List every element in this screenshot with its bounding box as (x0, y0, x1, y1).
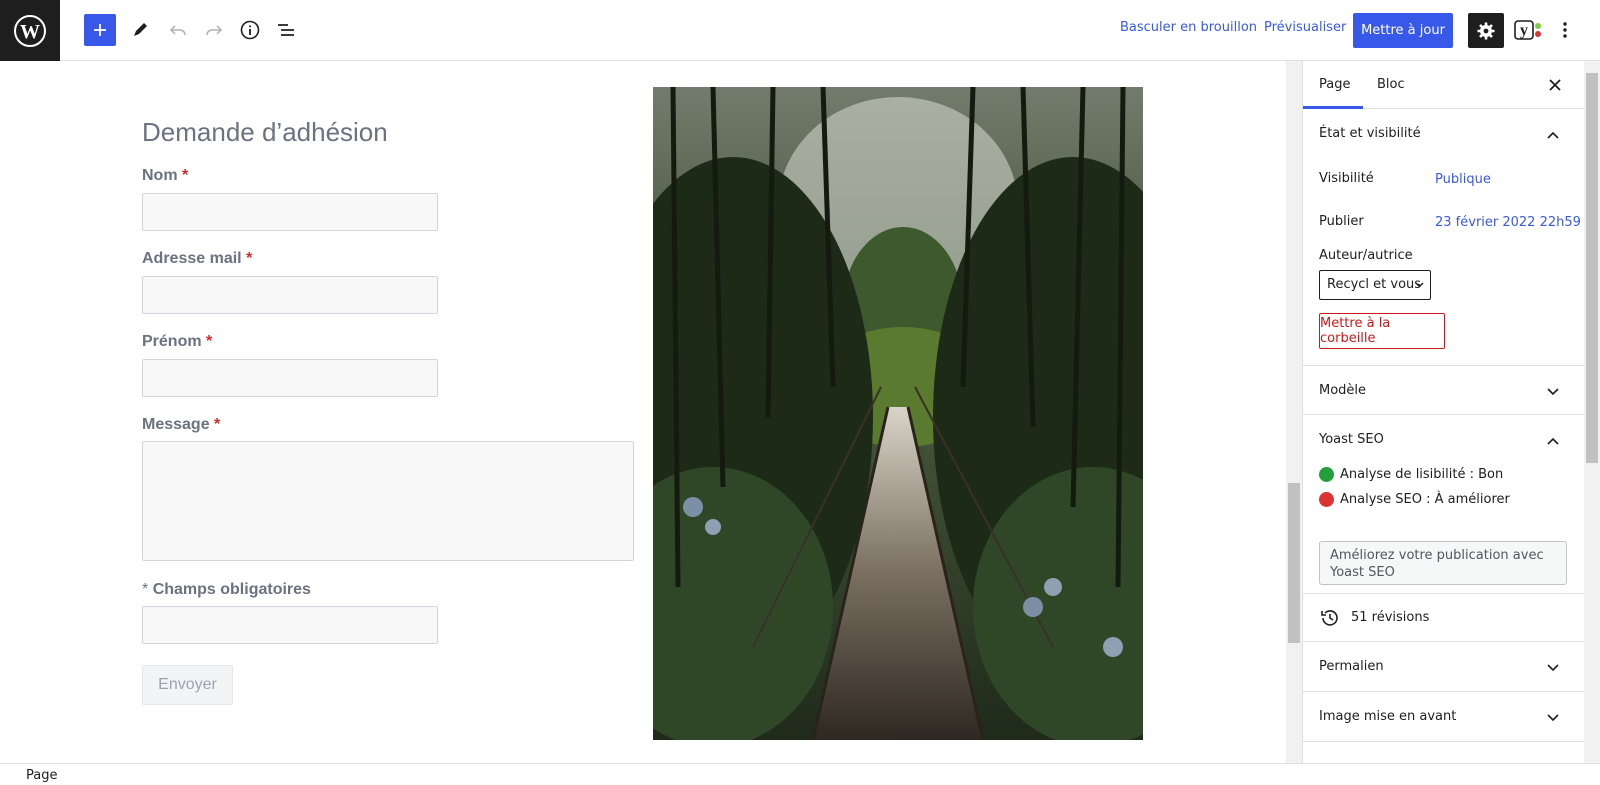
revisions-link[interactable]: 51 révisions (1303, 593, 1584, 641)
close-icon (1549, 79, 1561, 91)
canvas-scrollbar-thumb[interactable] (1288, 483, 1300, 643)
yoast-improve-button[interactable]: Améliorez votre publication avec Yoast S… (1319, 541, 1567, 585)
required-note: * Champs obligatoires (142, 581, 311, 598)
chevron-up-icon (1541, 123, 1565, 147)
undo-icon (169, 25, 186, 36)
template-panel-title: Modèle (1319, 383, 1367, 398)
tab-page[interactable]: Page (1319, 77, 1350, 92)
details-button[interactable] (234, 14, 266, 46)
extra-input[interactable] (142, 606, 438, 644)
firstname-label: Prénom * (142, 333, 213, 350)
block-breadcrumb-bar: Page (0, 763, 1600, 785)
firstname-input[interactable] (142, 359, 438, 397)
list-view-icon (278, 24, 294, 36)
settings-button[interactable] (1468, 13, 1504, 48)
chevron-up-icon (1541, 429, 1565, 453)
message-label: Message * (142, 416, 221, 433)
publish-label: Publier (1319, 214, 1364, 229)
chevron-down-icon (1415, 282, 1424, 288)
sidebar-scrollbar-thumb[interactable] (1586, 73, 1598, 463)
visibility-label: Visibilité (1319, 171, 1374, 186)
permalink-panel-header[interactable]: Permalien (1303, 641, 1584, 691)
forest-bridge-illustration (653, 87, 1143, 740)
info-icon (240, 20, 260, 40)
form-title: Demande d’adhésion (142, 117, 388, 147)
featured-image-panel-title: Image mise en avant (1319, 709, 1457, 724)
undo-button[interactable] (162, 14, 194, 46)
seo-score: À améliorer (1434, 492, 1510, 507)
wordpress-logo-button[interactable]: W (0, 0, 60, 61)
preview-button[interactable]: Prévisualiser (1264, 20, 1346, 35)
email-input[interactable] (142, 276, 438, 314)
breadcrumb-page[interactable]: Page (26, 768, 57, 783)
svg-text:y: y (1520, 22, 1528, 39)
close-sidebar-button[interactable] (1543, 73, 1567, 97)
name-input[interactable] (142, 193, 438, 231)
move-to-trash-button[interactable]: Mettre à la corbeille (1319, 313, 1445, 349)
yoast-panel-header[interactable]: Yoast SEO (1303, 414, 1584, 464)
gear-icon (1477, 22, 1495, 39)
yoast-icon: y (1514, 20, 1541, 40)
readability-analysis[interactable]: Analyse de lisibilité : Bon (1319, 467, 1503, 482)
wordpress-icon: W (14, 14, 46, 47)
smiley-bad-icon (1319, 492, 1334, 507)
editor-top-bar: W Basculer en brouillon Prévisualiser Me… (0, 0, 1600, 61)
author-select-value: Recycl et vous (1327, 277, 1422, 292)
visibility-value-link[interactable]: Publique (1435, 172, 1491, 187)
smiley-good-icon (1319, 467, 1334, 482)
editor-canvas[interactable]: Demande d’adhésion Nom * Adresse mail * … (0, 61, 1286, 763)
permalink-panel-title: Permalien (1319, 659, 1384, 674)
forest-bridge-image[interactable] (653, 87, 1143, 740)
add-block-button[interactable] (84, 14, 116, 46)
revisions-label: 51 révisions (1351, 610, 1430, 625)
next-panel-header[interactable] (1303, 741, 1584, 763)
svg-text:W: W (20, 21, 40, 43)
status-panel-title: État et visibilité (1319, 126, 1421, 141)
sidebar-scrollbar[interactable] (1584, 61, 1600, 763)
edit-tools-button[interactable] (124, 14, 156, 46)
chevron-down-icon (1541, 706, 1565, 730)
seo-analysis[interactable]: Analyse SEO : À améliorer (1319, 492, 1510, 507)
readability-label: Analyse de lisibilité : (1340, 467, 1479, 482)
redo-icon (206, 25, 223, 36)
pencil-icon (134, 23, 147, 36)
email-label: Adresse mail * (142, 250, 253, 267)
settings-sidebar: Page Bloc État et visibilité Visibilité … (1302, 61, 1584, 763)
switch-to-draft-button[interactable]: Basculer en brouillon (1120, 20, 1257, 35)
vertical-ellipsis-icon (1563, 22, 1567, 38)
author-select[interactable]: Recycl et vous (1319, 270, 1431, 300)
more-options-button[interactable] (1553, 14, 1577, 46)
seo-label: Analyse SEO : (1340, 492, 1435, 507)
update-button[interactable]: Mettre à jour (1353, 13, 1453, 48)
publish-date-link[interactable]: 23 février 2022 22h59 (1435, 215, 1581, 230)
yoast-seo-button[interactable]: y (1512, 14, 1546, 46)
author-label: Auteur/autrice (1319, 248, 1413, 263)
message-textarea[interactable] (142, 441, 634, 561)
yoast-panel-title: Yoast SEO (1319, 432, 1384, 447)
history-icon (1321, 610, 1338, 626)
list-view-button[interactable] (270, 14, 302, 46)
featured-image-panel-header[interactable]: Image mise en avant (1303, 691, 1584, 741)
status-panel-header[interactable]: État et visibilité (1303, 109, 1584, 159)
redo-button[interactable] (198, 14, 230, 46)
chevron-down-icon (1541, 656, 1565, 680)
send-button[interactable]: Envoyer (142, 665, 233, 705)
readability-score: Bon (1478, 467, 1504, 482)
sidebar-tabs: Page Bloc (1303, 61, 1584, 109)
canvas-scrollbar[interactable] (1286, 61, 1302, 763)
tab-block[interactable]: Bloc (1377, 77, 1405, 92)
chevron-down-icon (1541, 380, 1565, 404)
template-panel-header[interactable]: Modèle (1303, 365, 1584, 415)
plus-icon (94, 24, 106, 36)
name-label: Nom * (142, 167, 189, 184)
